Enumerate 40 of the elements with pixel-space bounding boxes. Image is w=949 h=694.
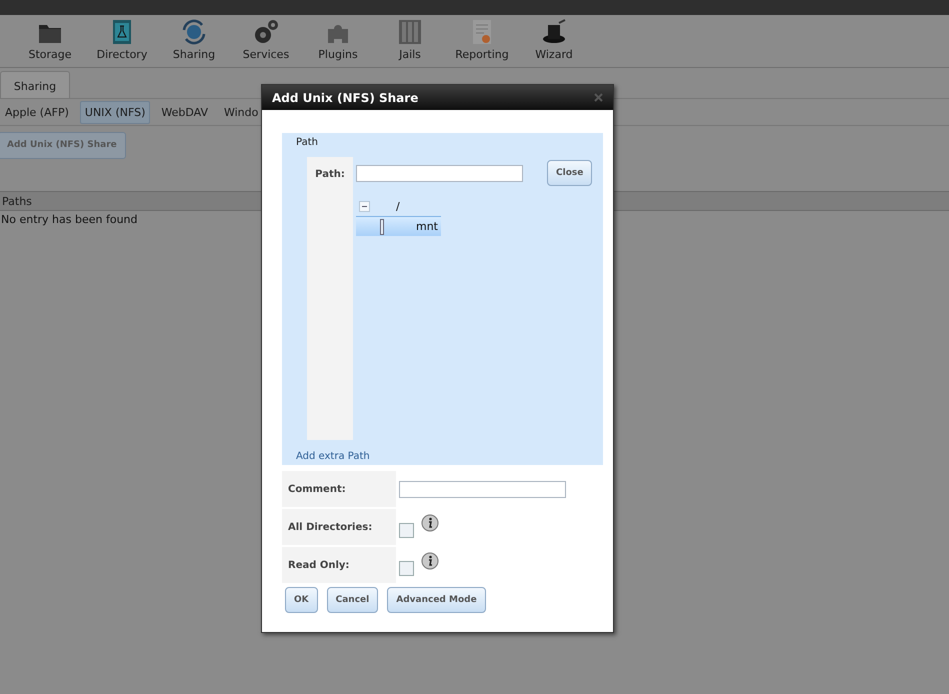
close-icon[interactable]: [594, 93, 603, 102]
comment-field[interactable]: [399, 481, 566, 498]
toolbar-item[interactable]: Reporting: [446, 19, 518, 67]
add-extra-path-link[interactable]: Add extra Path: [296, 451, 603, 462]
toolbar-item[interactable]: Plugins: [302, 19, 374, 67]
info-icon[interactable]: [421, 514, 439, 532]
sub-tab[interactable]: Apple (AFP): [0, 100, 74, 124]
toolbar-item[interactable]: Sharing: [158, 19, 230, 67]
handle-icon: [380, 218, 384, 234]
toolbar-item[interactable]: Wizard: [518, 19, 590, 67]
field-label: All Directories:: [288, 522, 372, 532]
field-label: Read Only:: [288, 560, 350, 570]
dialog-button[interactable]: Cancel: [326, 587, 378, 613]
tree-node[interactable]: mnt: [356, 216, 441, 236]
path-field[interactable]: [356, 165, 523, 182]
top-hat-icon: [541, 19, 567, 45]
toolbar-item[interactable]: Services: [230, 19, 302, 67]
sub-tab[interactable]: Windo: [218, 100, 264, 124]
column-header: Paths: [1, 194, 32, 208]
path-label: Path:: [315, 169, 345, 182]
globe-arrows-icon: [181, 19, 207, 45]
gears-icon: [253, 19, 279, 45]
checkbox[interactable]: [399, 560, 414, 576]
tree-node[interactable]: /: [356, 196, 441, 216]
info-icon[interactable]: [421, 552, 439, 570]
collapse-icon[interactable]: [359, 200, 370, 212]
field-label: Comment:: [288, 484, 346, 494]
tab[interactable]: Sharing: [0, 71, 70, 98]
sub-tab[interactable]: WebDAV: [156, 100, 213, 124]
dialog-title: Add Unix (NFS) Share: [272, 90, 418, 104]
toolbar-item[interactable]: Storage: [14, 19, 86, 67]
sub-tab[interactable]: UNIX (NFS): [80, 100, 150, 124]
dialog-button[interactable]: OK: [285, 587, 318, 613]
bars-icon: [397, 19, 423, 45]
dialog-button[interactable]: Advanced Mode: [387, 587, 486, 613]
toolbar-item[interactable]: Jails: [374, 19, 446, 67]
close-button[interactable]: Close: [547, 160, 592, 186]
path-legend: Path: [296, 137, 603, 148]
toolbar-item[interactable]: Directory: [86, 19, 158, 67]
checkbox[interactable]: [399, 522, 414, 538]
